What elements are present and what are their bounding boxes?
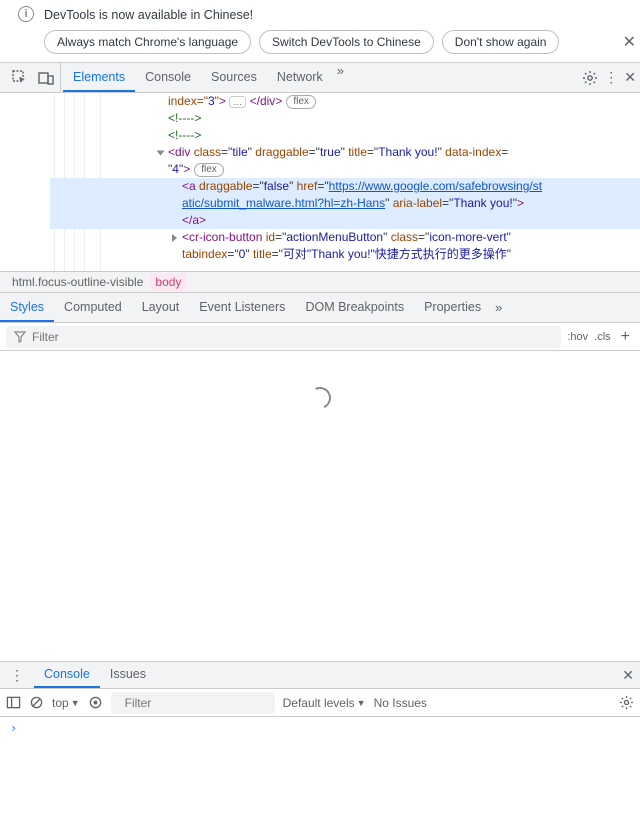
- twisty-icon[interactable]: [157, 151, 165, 156]
- context-selector[interactable]: top▼: [52, 696, 80, 710]
- tab-network[interactable]: Network: [267, 63, 333, 92]
- switch-language-button[interactable]: Switch DevTools to Chinese: [259, 30, 434, 54]
- tab-console[interactable]: Console: [135, 63, 201, 92]
- drawer-tab-issues[interactable]: Issues: [100, 662, 156, 688]
- flex-badge[interactable]: flex: [194, 163, 224, 177]
- subtab-layout[interactable]: Layout: [132, 293, 190, 322]
- infobar-message: DevTools is now available in Chinese!: [44, 6, 632, 24]
- new-style-rule-button[interactable]: +: [617, 328, 634, 346]
- no-issues-label: No Issues: [374, 696, 427, 710]
- dont-show-button[interactable]: Don't show again: [442, 30, 560, 54]
- console-settings-icon[interactable]: [619, 695, 634, 710]
- subtab-styles[interactable]: Styles: [0, 293, 54, 322]
- crumb-html[interactable]: html.focus-outline-visible: [6, 273, 149, 291]
- kebab-menu-icon[interactable]: ⋮: [604, 69, 618, 86]
- more-subtabs-icon[interactable]: »: [491, 300, 502, 315]
- tab-sources[interactable]: Sources: [201, 63, 267, 92]
- tab-elements[interactable]: Elements: [63, 63, 135, 92]
- expand-ellipsis[interactable]: …: [229, 96, 246, 108]
- info-icon: [18, 6, 34, 22]
- language-infobar: DevTools is now available in Chinese! Al…: [0, 0, 640, 63]
- sidebar-toggle-icon[interactable]: [6, 695, 21, 710]
- console-filter-input[interactable]: [125, 696, 280, 710]
- more-tabs-icon[interactable]: »: [333, 63, 344, 92]
- drawer-menu-icon[interactable]: ⋮: [0, 667, 34, 684]
- live-expression-icon[interactable]: [88, 695, 103, 710]
- inspect-icon[interactable]: [12, 70, 28, 86]
- twisty-icon[interactable]: [172, 234, 177, 242]
- cls-toggle[interactable]: .cls: [594, 331, 611, 343]
- clear-console-icon[interactable]: [29, 695, 44, 710]
- gear-icon[interactable]: [582, 70, 598, 86]
- dom-tree[interactable]: index="3"> … </div>flex <!----> <!----> …: [0, 93, 640, 271]
- log-levels-selector[interactable]: Default levels▼: [283, 696, 366, 710]
- hov-toggle[interactable]: :hov: [567, 331, 588, 343]
- main-toolbar: Elements Console Sources Network » ⋮ ✕: [0, 63, 640, 93]
- styles-sub-tabs: Styles Computed Layout Event Listeners D…: [0, 293, 640, 323]
- console-prompt-icon: ›: [10, 721, 17, 735]
- crumb-body[interactable]: body: [149, 273, 187, 291]
- subtab-computed[interactable]: Computed: [54, 293, 132, 322]
- device-toggle-icon[interactable]: [38, 70, 54, 86]
- loading-spinner-icon: [306, 384, 334, 412]
- close-drawer-icon[interactable]: ✕: [622, 667, 640, 684]
- breadcrumb: html.focus-outline-visible body: [0, 271, 640, 293]
- subtab-properties[interactable]: Properties: [414, 293, 491, 322]
- flex-badge[interactable]: flex: [286, 95, 316, 109]
- console-toolbar: top▼ Default levels▼ No Issues: [0, 689, 640, 717]
- drawer-tabs: ⋮ Console Issues ✕: [0, 661, 640, 689]
- styles-filter-input[interactable]: [32, 330, 553, 344]
- close-devtools-icon[interactable]: ✕: [624, 69, 636, 86]
- console-body[interactable]: ›: [0, 717, 640, 787]
- subtab-event-listeners[interactable]: Event Listeners: [189, 293, 295, 322]
- styles-filter-bar: :hov .cls +: [0, 323, 640, 351]
- subtab-dom-breakpoints[interactable]: DOM Breakpoints: [295, 293, 414, 322]
- drawer-tab-console[interactable]: Console: [34, 662, 100, 688]
- styles-pane: [0, 351, 640, 661]
- match-language-button[interactable]: Always match Chrome's language: [44, 30, 251, 54]
- close-icon[interactable]: ✕: [623, 32, 636, 52]
- filter-icon: [14, 331, 26, 343]
